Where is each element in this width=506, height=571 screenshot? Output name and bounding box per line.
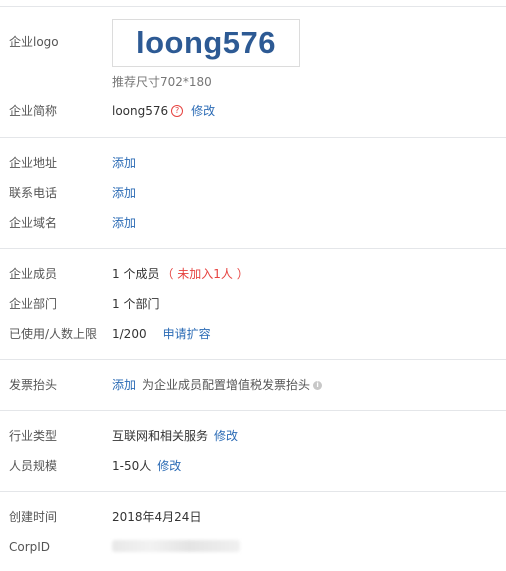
question-circle-icon[interactable]: ? — [171, 105, 184, 117]
info-circle-icon[interactable]: i — [313, 380, 323, 390]
apply-expand-link[interactable]: 申请扩容 — [163, 326, 211, 342]
short-name-label: 企业简称 — [9, 104, 58, 118]
add-domain-link[interactable]: 添加 — [112, 215, 136, 231]
logo-image[interactable]: loong576 — [112, 19, 300, 67]
domain-label: 企业域名 — [9, 216, 58, 230]
members-label: 企业成员 — [9, 267, 58, 281]
industry-type-label: 行业类型 — [9, 429, 58, 443]
logo-text: loong576 — [135, 25, 277, 60]
departments-label: 企业部门 — [9, 297, 58, 311]
staff-scale-row: 1-50人 修改 — [112, 458, 181, 474]
usage-row: 1/200 申请扩容 — [112, 326, 211, 342]
staff-scale-value: 1-50人 — [112, 459, 152, 473]
invoice-label: 发票抬头 — [9, 378, 58, 392]
short-name-value: loong576 — [112, 104, 169, 118]
edit-short-name-link[interactable]: 修改 — [191, 103, 215, 119]
staff-scale-label: 人员规模 — [9, 459, 58, 473]
not-joined-count[interactable]: （ 未加入1人 ） — [161, 266, 248, 282]
industry-type-row: 互联网和相关服务 修改 — [112, 428, 238, 444]
divider-top — [0, 6, 506, 7]
address-label: 企业地址 — [9, 156, 58, 170]
logo-size-hint: 推荐尺寸702*180 — [112, 75, 212, 89]
members-row: 1 个成员 （ 未加入1人 ） — [112, 266, 249, 282]
invoice-row: 添加 为企业成员配置增值税发票抬头 i — [112, 377, 323, 393]
edit-staff-scale-link[interactable]: 修改 — [157, 458, 181, 474]
usage-value: 1/200 — [112, 327, 147, 341]
short-name-row: loong576 ? 修改 — [112, 103, 215, 119]
divider-1 — [0, 137, 506, 138]
corpid-label: CorpID — [9, 540, 51, 554]
divider-4 — [0, 410, 506, 411]
invoice-hint: 为企业成员配置增值税发票抬头 — [142, 378, 311, 392]
add-address-link[interactable]: 添加 — [112, 155, 136, 171]
add-invoice-link[interactable]: 添加 — [112, 377, 136, 393]
divider-3 — [0, 359, 506, 360]
departments-value: 1 个部门 — [112, 297, 160, 311]
created-label: 创建时间 — [9, 510, 58, 524]
members-value: 1 个成员 — [112, 267, 160, 281]
edit-industry-link[interactable]: 修改 — [214, 428, 238, 444]
divider-5 — [0, 491, 506, 492]
usage-label: 已使用/人数上限 — [9, 327, 98, 341]
phone-label: 联系电话 — [9, 186, 58, 200]
corpid-redacted-value — [112, 540, 240, 552]
created-value: 2018年4月24日 — [112, 510, 202, 524]
logo-label: 企业logo — [9, 35, 59, 49]
add-phone-link[interactable]: 添加 — [112, 185, 136, 201]
divider-2 — [0, 248, 506, 249]
industry-type-value: 互联网和相关服务 — [112, 429, 209, 443]
